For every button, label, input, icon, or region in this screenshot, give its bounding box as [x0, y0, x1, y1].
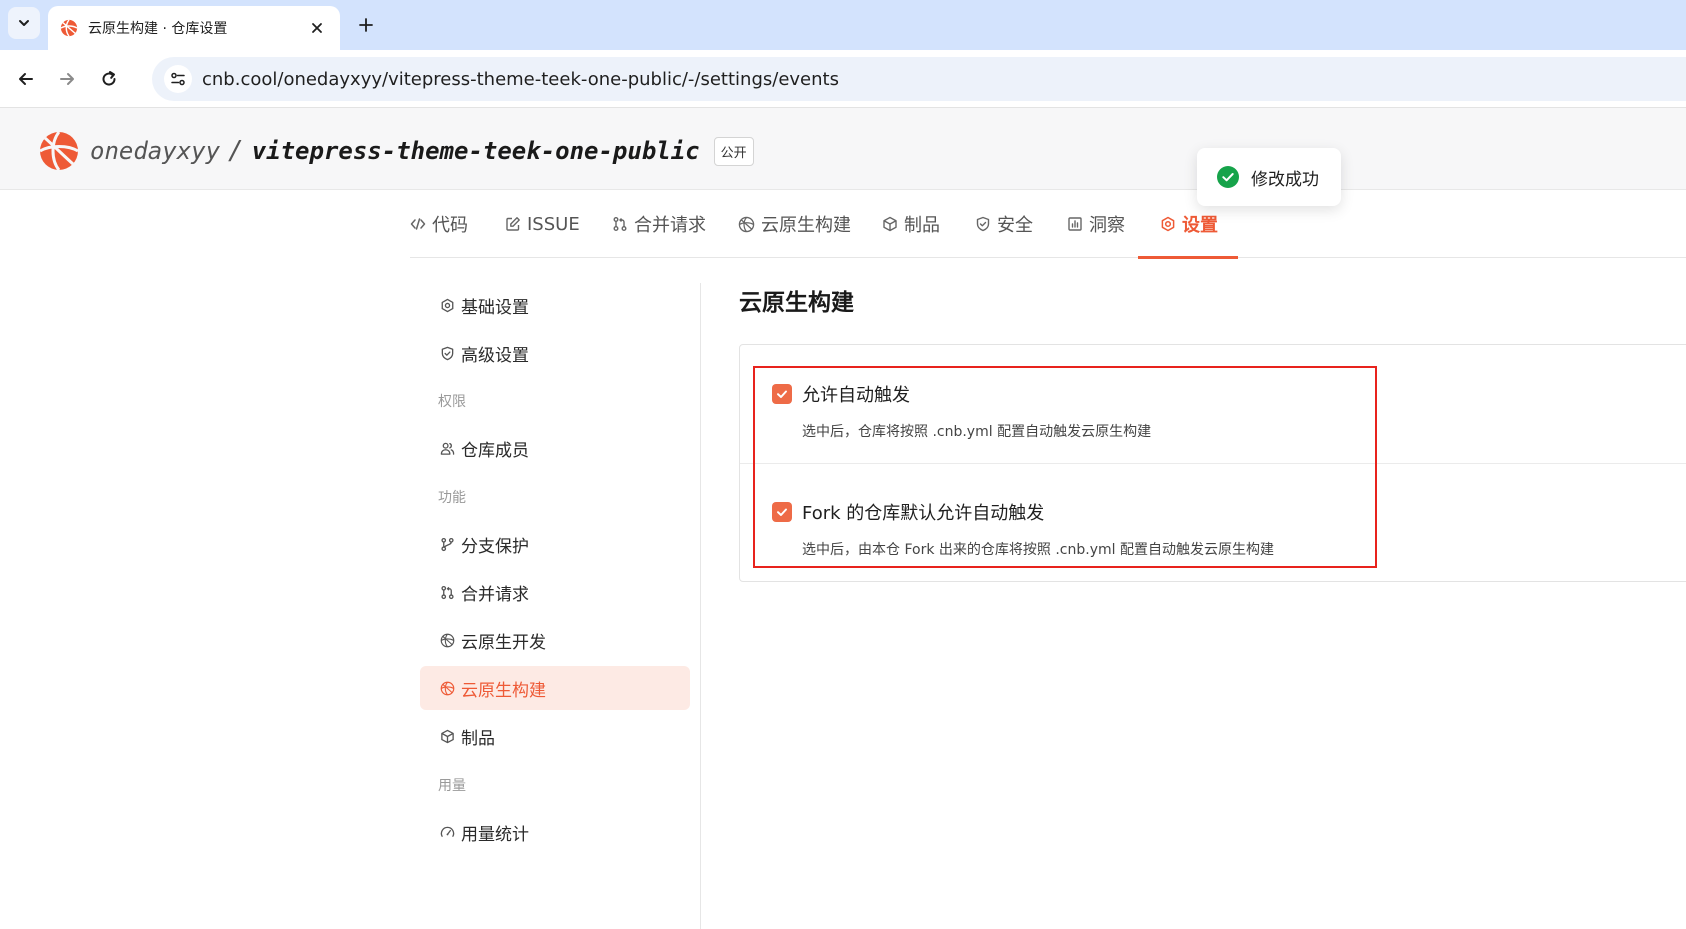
tab-code[interactable]: 代码 [410, 190, 468, 258]
pull-request-icon [440, 585, 455, 600]
sidenav-item-label: 合并请求 [461, 584, 529, 605]
plus-icon [358, 17, 374, 33]
toast-message: 修改成功 [1251, 169, 1319, 190]
sidenav-item-label: 制品 [461, 728, 495, 749]
visibility-badge: 公开 [713, 136, 754, 166]
sidenav-item-label: 仓库成员 [461, 440, 529, 461]
branch-icon [440, 537, 455, 552]
arrow-left-icon [17, 70, 35, 88]
users-icon [440, 441, 455, 456]
tab-cloud-build[interactable]: 云原生构建 [738, 190, 851, 258]
sidenav-group-features: 功能 [438, 490, 466, 506]
package-icon [882, 216, 898, 232]
package-icon [440, 729, 455, 744]
shield-icon [440, 346, 455, 361]
shield-icon [975, 216, 991, 232]
reload-icon [100, 70, 118, 88]
settings-sidenav: 基础设置 高级设置 权限 仓库成员 功能 分支保护 合并请求 云原生开发 云原生… [420, 283, 700, 929]
sidenav-group-usage: 用量 [438, 778, 466, 794]
repo-owner-link[interactable]: onedayxyy [90, 137, 220, 165]
chevron-down-icon [17, 16, 31, 30]
edit-icon [505, 216, 521, 232]
sidenav-divider [700, 283, 701, 929]
build-icon [738, 216, 755, 233]
sidenav-item-basic-settings[interactable]: 基础设置 [420, 283, 690, 327]
sidenav-item-label: 分支保护 [461, 536, 529, 557]
tab-issue[interactable]: ISSUE [505, 190, 580, 258]
gauge-icon [440, 825, 455, 840]
tune-icon [170, 71, 186, 87]
gear-icon [1160, 216, 1176, 232]
tab-packages[interactable]: 制品 [882, 190, 940, 258]
sidenav-item-label: 云原生开发 [461, 632, 546, 653]
tab-label: 安全 [997, 215, 1033, 236]
new-tab-button[interactable] [352, 11, 380, 39]
reload-button[interactable] [93, 63, 125, 95]
address-bar[interactable]: cnb.cool/onedayxyy/vitepress-theme-teek-… [152, 57, 1686, 101]
forward-button[interactable] [51, 63, 83, 95]
tab-label: 合并请求 [634, 215, 706, 236]
build-icon [440, 681, 455, 696]
sidenav-item-cloud-dev[interactable]: 云原生开发 [420, 618, 690, 662]
arrow-right-icon [58, 70, 76, 88]
sidenav-item-packages[interactable]: 制品 [420, 714, 690, 758]
annotation-highlight-box [753, 366, 1377, 568]
sidenav-item-members[interactable]: 仓库成员 [420, 426, 690, 470]
code-icon [410, 216, 426, 232]
sidenav-item-advanced-settings[interactable]: 高级设置 [420, 331, 690, 375]
sidenav-item-label: 云原生构建 [461, 680, 546, 701]
check-circle-icon [1217, 166, 1239, 188]
repo-tab-bar: 代码 ISSUE 合并请求 云原生构建 制品 安全 洞察 设置 [410, 190, 1686, 259]
sidenav-item-label: 高级设置 [461, 345, 529, 366]
close-tab-button[interactable] [306, 17, 328, 39]
tab-insights[interactable]: 洞察 [1067, 190, 1125, 258]
gear-icon [440, 298, 455, 313]
cnb-logo-icon[interactable] [38, 130, 80, 172]
chart-icon [1067, 216, 1083, 232]
sidenav-item-cloud-build[interactable]: 云原生构建 [420, 666, 690, 710]
browser-toolbar: cnb.cool/onedayxyy/vitepress-theme-teek-… [0, 50, 1686, 108]
build-icon [440, 633, 455, 648]
tab-label: 代码 [432, 215, 468, 236]
browser-tab-strip: 云原生构建 · 仓库设置 [0, 0, 1686, 50]
repo-name-link[interactable]: vitepress-theme-teek-one-public [252, 137, 700, 165]
site-favicon-icon [60, 19, 78, 37]
sidenav-item-label: 基础设置 [461, 297, 529, 318]
tab-label: ISSUE [527, 213, 580, 235]
sidenav-group-permissions: 权限 [438, 394, 466, 410]
tab-label: 云原生构建 [761, 215, 851, 236]
repo-header: onedayxyy / vitepress-theme-teek-one-pub… [0, 108, 1686, 190]
pull-request-icon [612, 216, 628, 232]
page-title: 云原生构建 [739, 290, 854, 316]
sidenav-item-label: 用量统计 [461, 824, 529, 845]
tab-label: 制品 [904, 215, 940, 236]
sidenav-item-usage-stats[interactable]: 用量统计 [420, 810, 690, 854]
tab-security[interactable]: 安全 [975, 190, 1033, 258]
tab-pull-requests[interactable]: 合并请求 [612, 190, 706, 258]
tab-label: 设置 [1182, 215, 1218, 236]
sidenav-item-branch-protection[interactable]: 分支保护 [420, 522, 690, 566]
tab-label: 洞察 [1089, 215, 1125, 236]
tab-search-button[interactable] [8, 7, 40, 39]
browser-tab-active[interactable]: 云原生构建 · 仓库设置 [48, 6, 340, 50]
success-toast: 修改成功 [1197, 148, 1341, 206]
close-icon [311, 22, 323, 34]
url-text[interactable]: cnb.cool/onedayxyy/vitepress-theme-teek-… [202, 69, 839, 90]
back-button[interactable] [10, 63, 42, 95]
site-info-button[interactable] [164, 65, 192, 93]
sidenav-item-pull-requests[interactable]: 合并请求 [420, 570, 690, 614]
repo-path: onedayxyy / vitepress-theme-teek-one-pub… [90, 132, 754, 170]
tab-title: 云原生构建 · 仓库设置 [88, 21, 228, 37]
repo-path-separator: / [228, 136, 244, 166]
